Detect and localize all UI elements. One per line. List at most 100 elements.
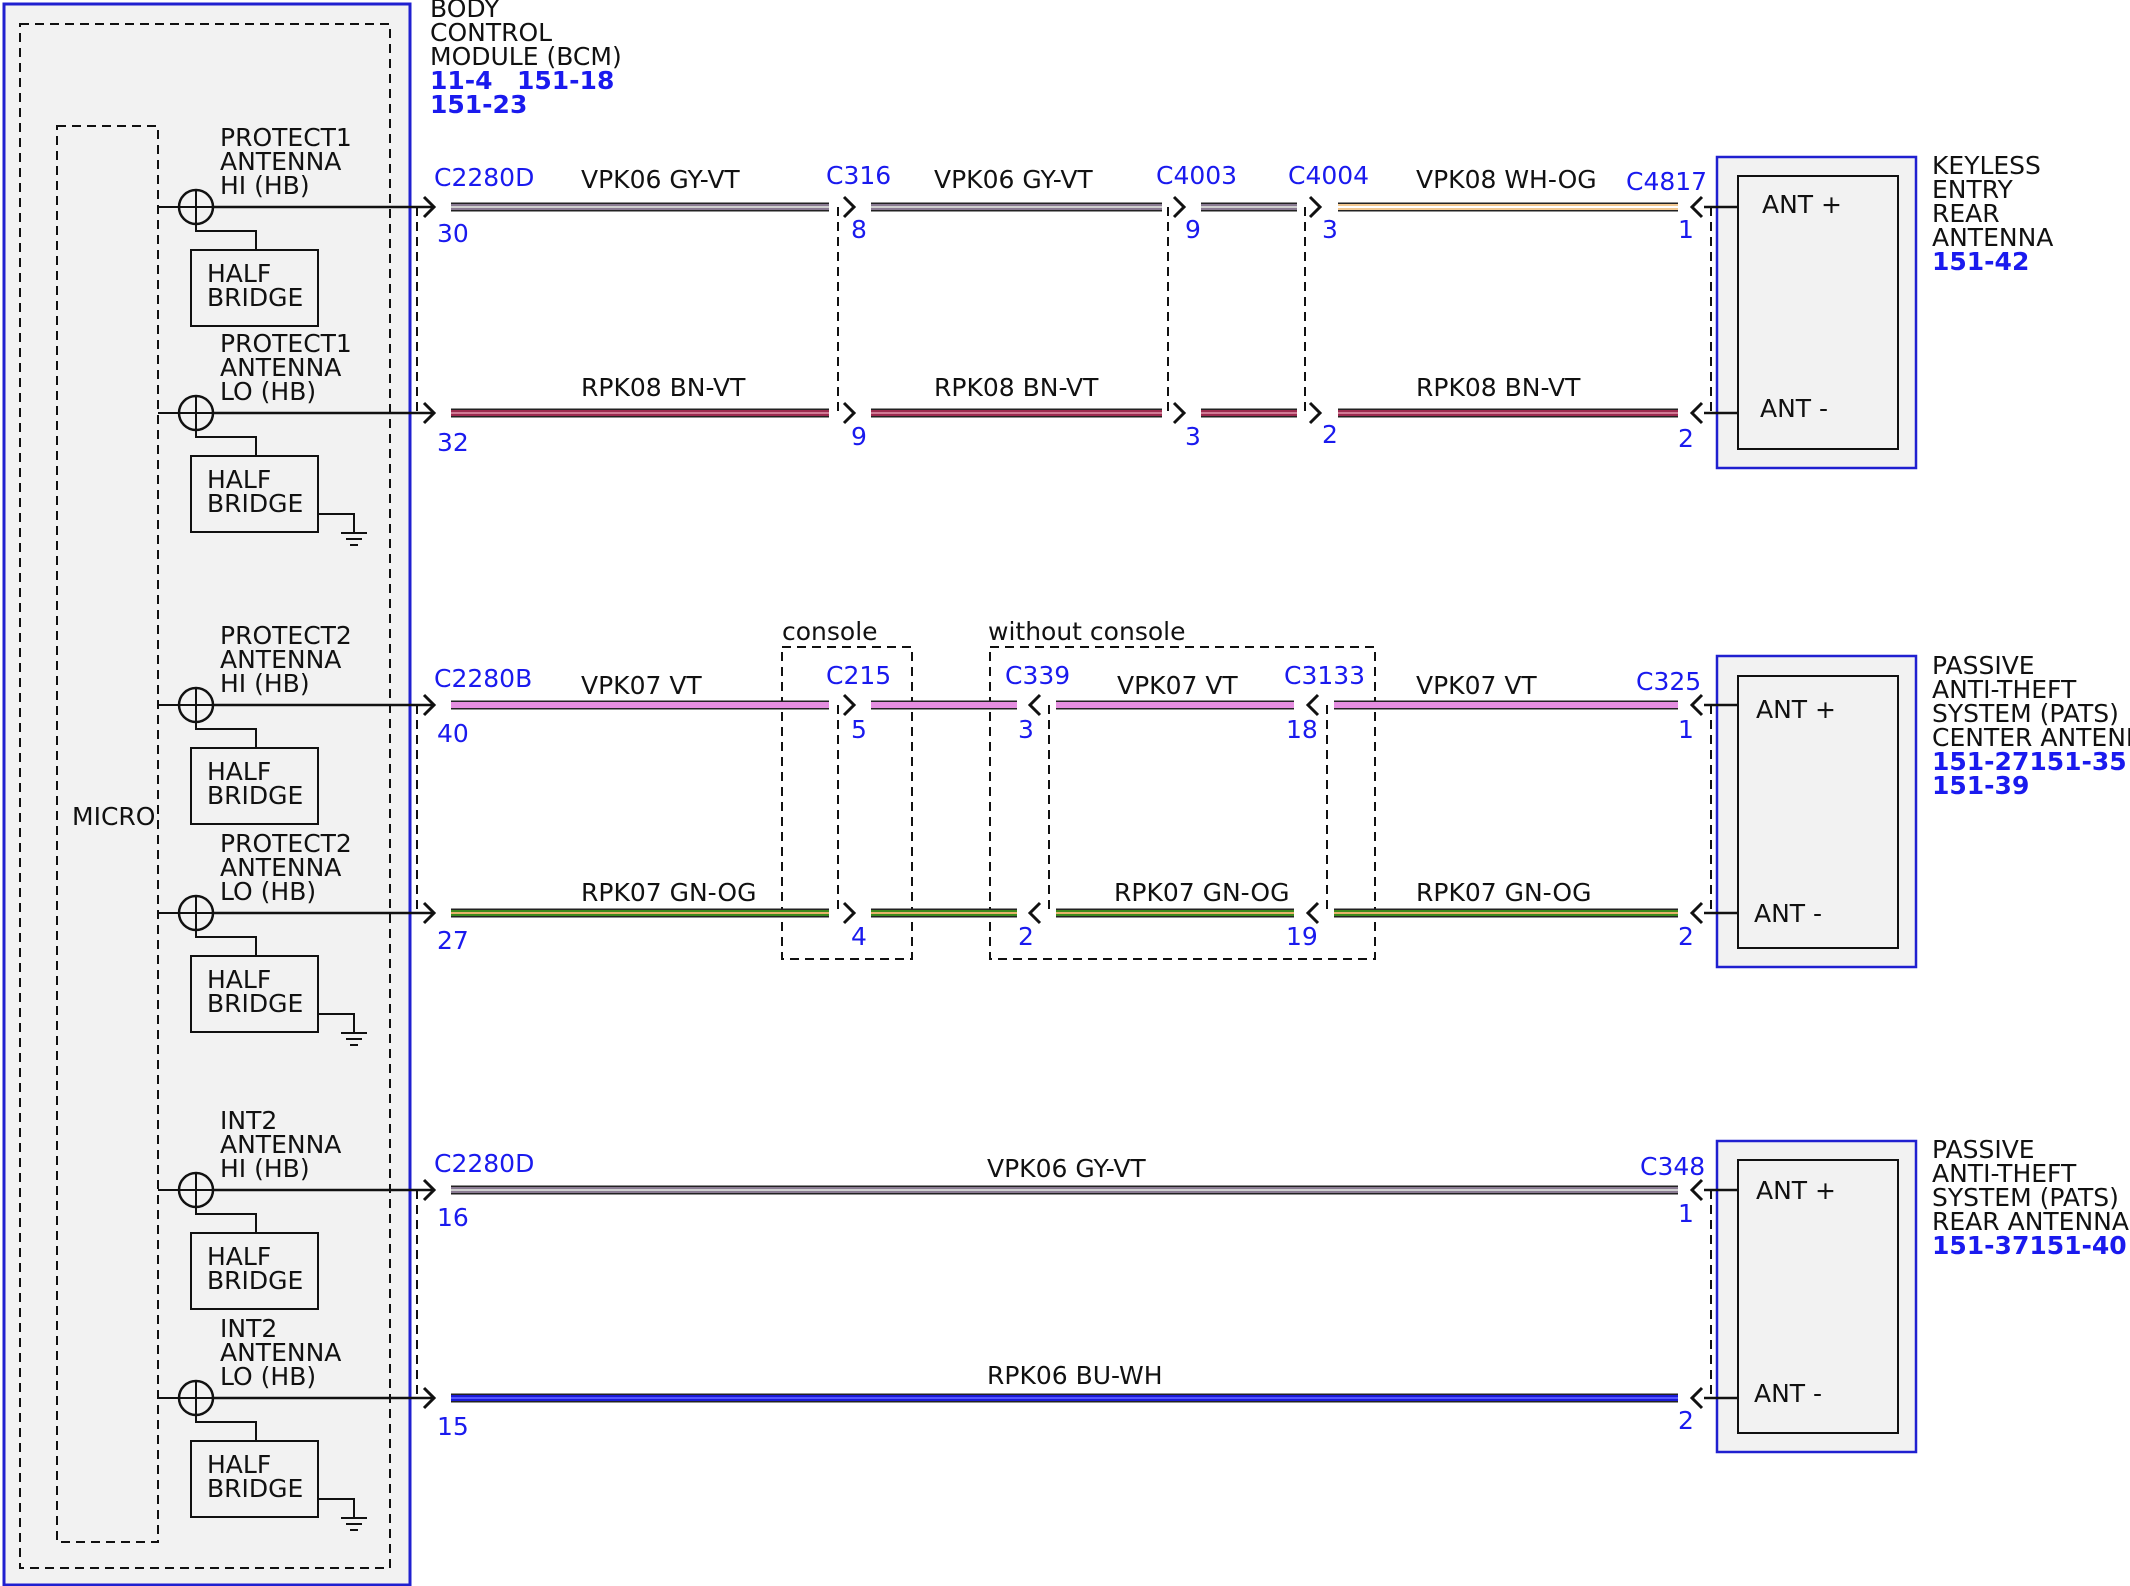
output-label-line: HI (HB) xyxy=(220,171,310,200)
output-label-line: LO (HB) xyxy=(220,877,316,906)
pin-number: 2 xyxy=(1018,922,1034,951)
pin-number: 30 xyxy=(437,219,469,248)
pin-number: 27 xyxy=(437,926,469,955)
console-option-label: console xyxy=(782,617,878,646)
connector-arrow-icon xyxy=(1027,693,1042,717)
wire-label: RPK08 BN-VT xyxy=(581,373,746,402)
pin-label: ANT + xyxy=(1756,1176,1836,1205)
pin-number: 40 xyxy=(437,719,469,748)
connector-label-c4004[interactable]: C4004 xyxy=(1288,161,1369,190)
half-bridge-label: BRIDGE xyxy=(207,1266,303,1295)
wire-label: RPK07 GN-OG xyxy=(1416,878,1591,907)
pin-number: 16 xyxy=(437,1203,469,1232)
half-bridge-label: BRIDGE xyxy=(207,1474,303,1503)
component-ref-link[interactable]: 151-39 xyxy=(1932,771,2029,800)
half-bridge-label: BRIDGE xyxy=(207,283,303,312)
wiring-diagram: MICRO BODY CONTROL MODULE (BCM) 11-4 151… xyxy=(2,0,2130,1586)
wire-label: VPK07 VT xyxy=(1416,671,1537,700)
connector-arrow-icon xyxy=(1689,693,1704,717)
pin-number: 32 xyxy=(437,428,469,457)
connector-label-c2280d[interactable]: C2280D xyxy=(434,163,534,192)
connector-label-c2280d[interactable]: C2280D xyxy=(434,1149,534,1178)
half-bridge-label: BRIDGE xyxy=(207,781,303,810)
connector-label-c4003[interactable]: C4003 xyxy=(1156,161,1237,190)
wire-label: RPK07 GN-OG xyxy=(581,878,756,907)
pin-number: 2 xyxy=(1678,424,1694,453)
pats-rear-antenna: ANT + ANT - PASSIVE ANTI-THEFT SYSTEM (P… xyxy=(1715,1135,2129,1454)
wire-label: RPK07 GN-OG xyxy=(1114,878,1289,907)
connector-arrow-icon xyxy=(1689,901,1704,925)
pin-number: 18 xyxy=(1286,715,1318,744)
connector-arrow-icon xyxy=(1689,401,1704,425)
bcm-ref-link[interactable]: 151-18 xyxy=(517,66,614,95)
output-label-line: HI (HB) xyxy=(220,1154,310,1183)
connector-arrow-icon xyxy=(1305,693,1320,717)
pin-number: 3 xyxy=(1322,215,1338,244)
connector-arrow-icon xyxy=(1689,1386,1704,1410)
pats-center-antenna: ANT + ANT - PASSIVE ANTI-THEFT SYSTEM (P… xyxy=(1715,651,2130,969)
output-label-line: LO (HB) xyxy=(220,377,316,406)
connector-arrow-icon xyxy=(842,195,857,219)
half-bridge-label: BRIDGE xyxy=(207,989,303,1018)
connector-arrow-icon xyxy=(1305,901,1320,925)
wire-label: RPK06 BU-WH xyxy=(987,1361,1163,1390)
bcm-title: BODY CONTROL MODULE (BCM) 11-4 151-18 15… xyxy=(430,0,622,119)
pin-number: 5 xyxy=(851,715,867,744)
component-ref-link[interactable]: 151-37151-40 xyxy=(1932,1231,2127,1260)
connector-label-c2280b[interactable]: C2280B xyxy=(434,664,532,693)
pin-number: 2 xyxy=(1678,922,1694,951)
pin-label: ANT + xyxy=(1762,190,1842,219)
connector-label-c215[interactable]: C215 xyxy=(826,661,891,690)
connector-arrow-icon xyxy=(1689,195,1704,219)
connector-arrow-icon xyxy=(842,901,857,925)
pin-label: ANT - xyxy=(1754,1379,1822,1408)
pin-number: 1 xyxy=(1678,215,1694,244)
connector-arrow-icon xyxy=(842,693,857,717)
connector-arrow-icon xyxy=(1172,195,1187,219)
pin-label: ANT - xyxy=(1754,899,1822,928)
pin-number: 3 xyxy=(1185,422,1201,451)
pin-label: ANT - xyxy=(1760,394,1828,423)
wire-label: RPK08 BN-VT xyxy=(1416,373,1581,402)
pin-number: 8 xyxy=(851,215,867,244)
connector-label-c316[interactable]: C316 xyxy=(826,161,891,190)
wire-label: VPK08 WH-OG xyxy=(1416,165,1597,194)
connector-arrow-icon xyxy=(1308,195,1323,219)
without-console-option-label: without console xyxy=(988,617,1185,646)
half-bridge-label: BRIDGE xyxy=(207,489,303,518)
output-label-line: HI (HB) xyxy=(220,669,310,698)
pin-number: 1 xyxy=(1678,715,1694,744)
output-label-line: LO (HB) xyxy=(220,1362,316,1391)
pin-number: 3 xyxy=(1018,715,1034,744)
pin-number: 2 xyxy=(1678,1406,1694,1435)
pin-number: 15 xyxy=(437,1412,469,1441)
wire-label: RPK08 BN-VT xyxy=(934,373,1099,402)
connector-arrow-icon xyxy=(1172,401,1187,425)
micro-label: MICRO xyxy=(72,802,155,831)
connector-label-c348[interactable]: C348 xyxy=(1640,1152,1705,1181)
wire-label: VPK06 GY-VT xyxy=(987,1154,1146,1183)
pin-number: 4 xyxy=(851,922,867,951)
pin-number: 9 xyxy=(1185,215,1201,244)
pin-number: 19 xyxy=(1286,922,1318,951)
wire-label: VPK07 VT xyxy=(1117,671,1238,700)
connector-arrow-icon xyxy=(1027,901,1042,925)
connector-label-c3133[interactable]: C3133 xyxy=(1284,661,1365,690)
wire-labels: VPK06 GY-VT VPK06 GY-VT VPK08 WH-OG RPK0… xyxy=(581,165,1597,1390)
wire-label: VPK06 GY-VT xyxy=(934,165,1093,194)
component-ref-link[interactable]: 151-42 xyxy=(1932,247,2029,276)
bcm-ref-link[interactable]: 151-23 xyxy=(430,90,527,119)
connector-arrow-icon xyxy=(1689,1178,1704,1202)
connector-arrow-icon xyxy=(1308,401,1323,425)
connector-label-c4817[interactable]: C4817 xyxy=(1626,167,1707,196)
keyless-entry-rear-antenna: ANT + ANT - KEYLESS ENTRY REAR ANTENNA 1… xyxy=(1715,151,2053,470)
pin-number: 1 xyxy=(1678,1199,1694,1228)
pin-label: ANT + xyxy=(1756,695,1836,724)
connector-arrow-icon xyxy=(842,401,857,425)
wire-label: VPK06 GY-VT xyxy=(581,165,740,194)
connector-label-c339[interactable]: C339 xyxy=(1005,661,1070,690)
pin-number: 2 xyxy=(1322,420,1338,449)
connector-label-c325[interactable]: C325 xyxy=(1636,667,1701,696)
pin-number: 9 xyxy=(851,422,867,451)
wire-label: VPK07 VT xyxy=(581,671,702,700)
